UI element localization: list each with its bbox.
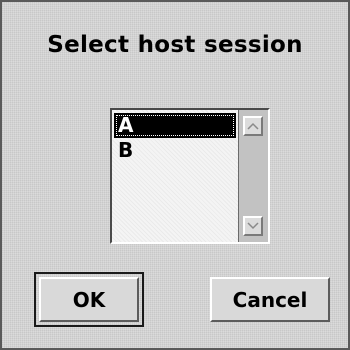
ok-button[interactable]: OK xyxy=(39,277,139,322)
chevron-down-icon xyxy=(247,222,259,230)
session-list: A B xyxy=(112,110,239,242)
select-host-session-dialog: Select host session A B OK Cancel xyxy=(0,0,350,350)
session-listbox[interactable]: A B xyxy=(110,108,270,244)
chevron-up-icon xyxy=(247,122,259,130)
list-item-session-a[interactable]: A xyxy=(114,113,236,138)
scroll-up-button[interactable] xyxy=(243,116,263,136)
scroll-down-button[interactable] xyxy=(243,216,263,236)
dialog-title: Select host session xyxy=(47,32,303,58)
cancel-button[interactable]: Cancel xyxy=(210,277,330,322)
list-item-session-b[interactable]: B xyxy=(114,138,236,163)
list-scrollbar[interactable] xyxy=(239,110,268,242)
